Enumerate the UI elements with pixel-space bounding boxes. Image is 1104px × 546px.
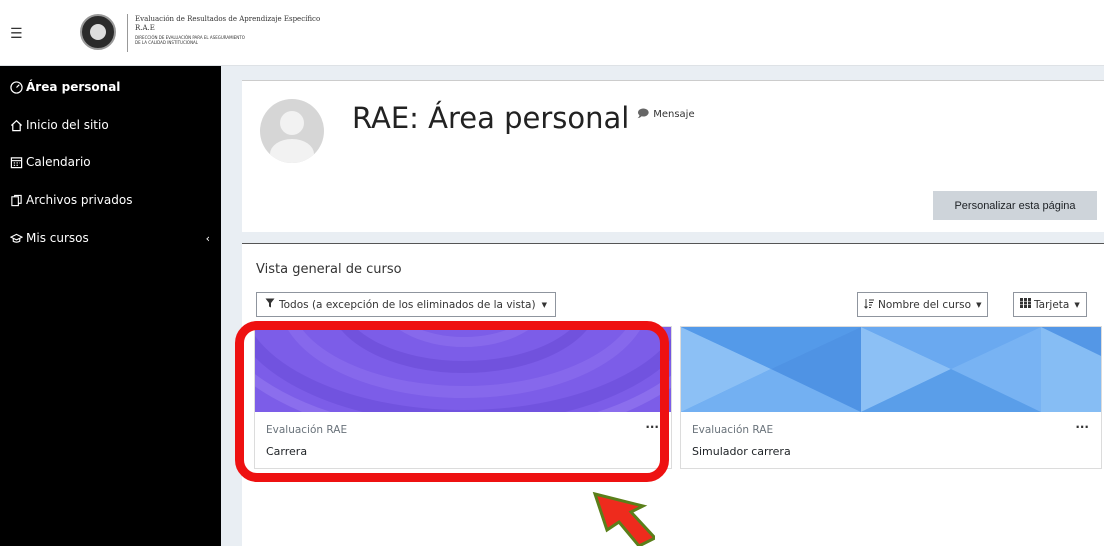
more-options-icon[interactable]: ··· — [1075, 420, 1089, 434]
caret-down-icon: ▼ — [1074, 300, 1080, 309]
hamburger-menu-icon[interactable]: ☰ — [10, 26, 23, 42]
speech-bubble-icon: 🗩︎ — [637, 107, 650, 120]
sidebar-item-label: Inicio del sitio — [26, 118, 109, 132]
grid-icon — [1020, 298, 1031, 311]
page-header: RAE: Área personal 🗩︎ Mensaje Personaliz… — [242, 80, 1104, 232]
caret-down-icon: ▼ — [541, 300, 547, 309]
highlight-box — [235, 321, 669, 482]
institution-logo[interactable] — [80, 14, 116, 50]
home-icon — [9, 118, 23, 132]
sort-icon — [864, 298, 875, 312]
message-link[interactable]: 🗩︎ Mensaje — [637, 105, 695, 124]
course-view-dropdown[interactable]: Tarjeta ▼ — [1013, 292, 1087, 317]
brand-department-2: DE LA CALIDAD INSTITUCIONAL — [135, 40, 199, 45]
caret-down-icon: ▼ — [976, 300, 982, 309]
dashboard-icon — [9, 80, 23, 94]
customize-page-button[interactable]: Personalizar esta página — [933, 191, 1097, 220]
avatar[interactable] — [260, 99, 324, 163]
sort-label: Nombre del curso — [878, 298, 972, 311]
brand-divider — [127, 14, 128, 52]
top-navbar: ☰ Evaluación de Resultados de Aprendizaj… — [0, 0, 1104, 66]
sidebar-item-mis-cursos[interactable]: Mis cursos ‹ — [9, 231, 214, 245]
sidebar-item-label: Calendario — [26, 155, 91, 169]
sidebar: Área personal Inicio del sitio Calendari… — [0, 66, 221, 546]
course-card-simulador-carrera[interactable]: Evaluación RAE Simulador carrera ··· — [680, 326, 1102, 469]
brand-title: Evaluación de Resultados de Aprendizaje … — [135, 15, 321, 23]
view-label: Tarjeta — [1034, 298, 1070, 311]
pointer-arrow-icon — [592, 491, 655, 546]
page-title: RAE: Área personal — [352, 101, 630, 135]
sidebar-item-area-personal[interactable]: Área personal — [9, 80, 214, 94]
sidebar-item-calendario[interactable]: Calendario — [9, 155, 214, 169]
course-category: Evaluación RAE — [692, 424, 774, 436]
files-icon — [9, 193, 23, 207]
sidebar-item-inicio-del-sitio[interactable]: Inicio del sitio — [9, 118, 214, 132]
filter-label: Todos (a excepción de los eliminados de … — [279, 298, 536, 311]
course-filter-dropdown[interactable]: Todos (a excepción de los eliminados de … — [256, 292, 556, 317]
course-name[interactable]: Simulador carrera — [692, 445, 791, 458]
calendar-icon — [9, 155, 23, 169]
message-label: Mensaje — [653, 109, 695, 120]
course-sort-dropdown[interactable]: Nombre del curso ▼ — [857, 292, 989, 317]
sidebar-item-label: Archivos privados — [26, 193, 133, 207]
section-title: Vista general de curso — [256, 262, 402, 277]
brand-subtitle: R.A.E — [135, 24, 155, 32]
chevron-left-icon[interactable]: ‹ — [206, 232, 210, 245]
sidebar-item-archivos-privados[interactable]: Archivos privados — [9, 193, 214, 207]
brand-text: Evaluación de Resultados de Aprendizaje … — [135, 15, 320, 45]
sidebar-item-label: Mis cursos — [26, 231, 89, 245]
graduation-cap-icon — [9, 231, 23, 245]
sidebar-item-label: Área personal — [26, 80, 121, 94]
course-card-image[interactable] — [681, 327, 1101, 412]
filter-icon — [265, 298, 275, 311]
